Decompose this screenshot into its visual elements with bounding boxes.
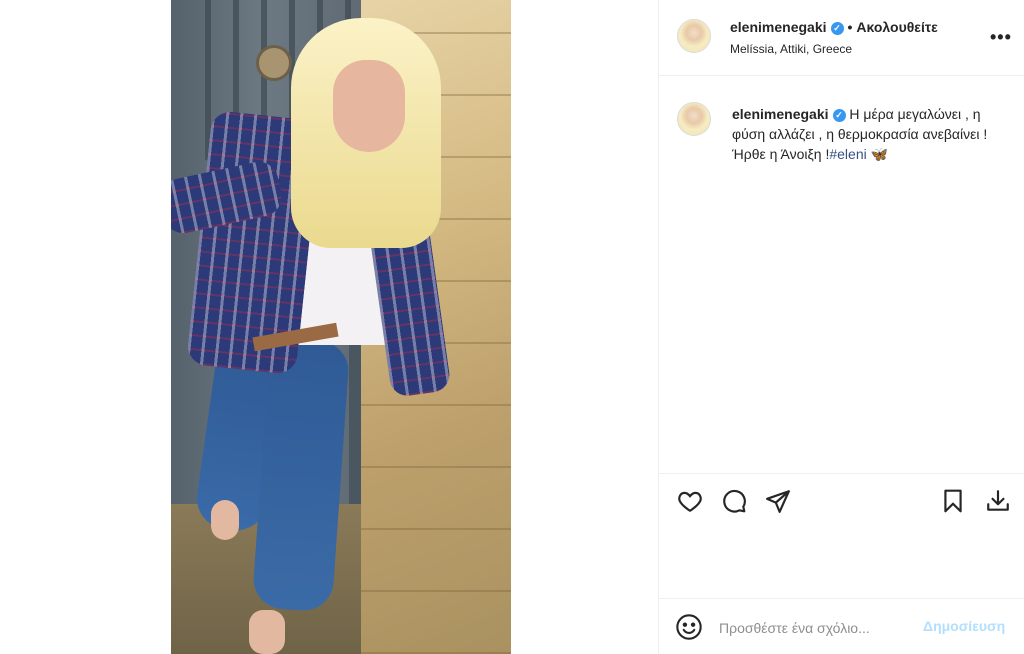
separator-dot: • bbox=[847, 19, 853, 35]
post-comment-button[interactable]: Δημοσίευση bbox=[923, 618, 1005, 634]
verified-badge-icon: ✓ bbox=[832, 108, 846, 122]
gate-ornament bbox=[256, 45, 292, 81]
foot-left bbox=[211, 500, 239, 540]
post-side-panel: elenimenegaki ✓ • Ακολουθείτε Melíssia, Att… bbox=[658, 0, 1024, 654]
avatar[interactable] bbox=[677, 19, 711, 53]
butterfly-emoji-icon: 🦋 bbox=[870, 146, 889, 162]
hashtag-link[interactable]: #eleni bbox=[829, 146, 866, 162]
heart-icon[interactable] bbox=[675, 486, 705, 516]
photo-column bbox=[0, 0, 658, 654]
following-button[interactable]: Ακολουθείτε bbox=[856, 19, 937, 35]
share-icon[interactable] bbox=[763, 486, 793, 516]
comment-input[interactable] bbox=[719, 615, 909, 641]
caption-avatar[interactable] bbox=[677, 102, 711, 136]
post-header: elenimenegaki ✓ • Ακολουθείτε Melíssia, Att… bbox=[659, 0, 1024, 76]
caption-text: elenimenegaki ✓ Η μέρα μεγαλώνει , η φύση… bbox=[732, 104, 1007, 164]
post-photo[interactable] bbox=[171, 0, 511, 654]
header-line: elenimenegaki ✓ • Ακολουθείτε bbox=[730, 19, 938, 35]
action-bar bbox=[659, 473, 1024, 529]
caption-username[interactable]: elenimenegaki bbox=[732, 106, 829, 122]
download-icon[interactable] bbox=[983, 486, 1013, 516]
verified-badge-icon: ✓ bbox=[830, 21, 844, 35]
foot-right bbox=[249, 610, 285, 654]
smiley-icon[interactable] bbox=[675, 613, 705, 643]
author-username[interactable]: elenimenegaki bbox=[730, 19, 827, 35]
location-link[interactable]: Melíssia, Attiki, Greece bbox=[730, 42, 852, 56]
comment-bar: Δημοσίευση bbox=[659, 598, 1024, 654]
bookmark-icon[interactable] bbox=[938, 486, 968, 516]
more-options-icon[interactable]: ••• bbox=[990, 22, 1012, 52]
face bbox=[333, 60, 405, 152]
instagram-post-view: elenimenegaki ✓ • Ακολουθείτε Melíssia, Att… bbox=[0, 0, 1024, 654]
comment-icon[interactable] bbox=[719, 486, 749, 516]
